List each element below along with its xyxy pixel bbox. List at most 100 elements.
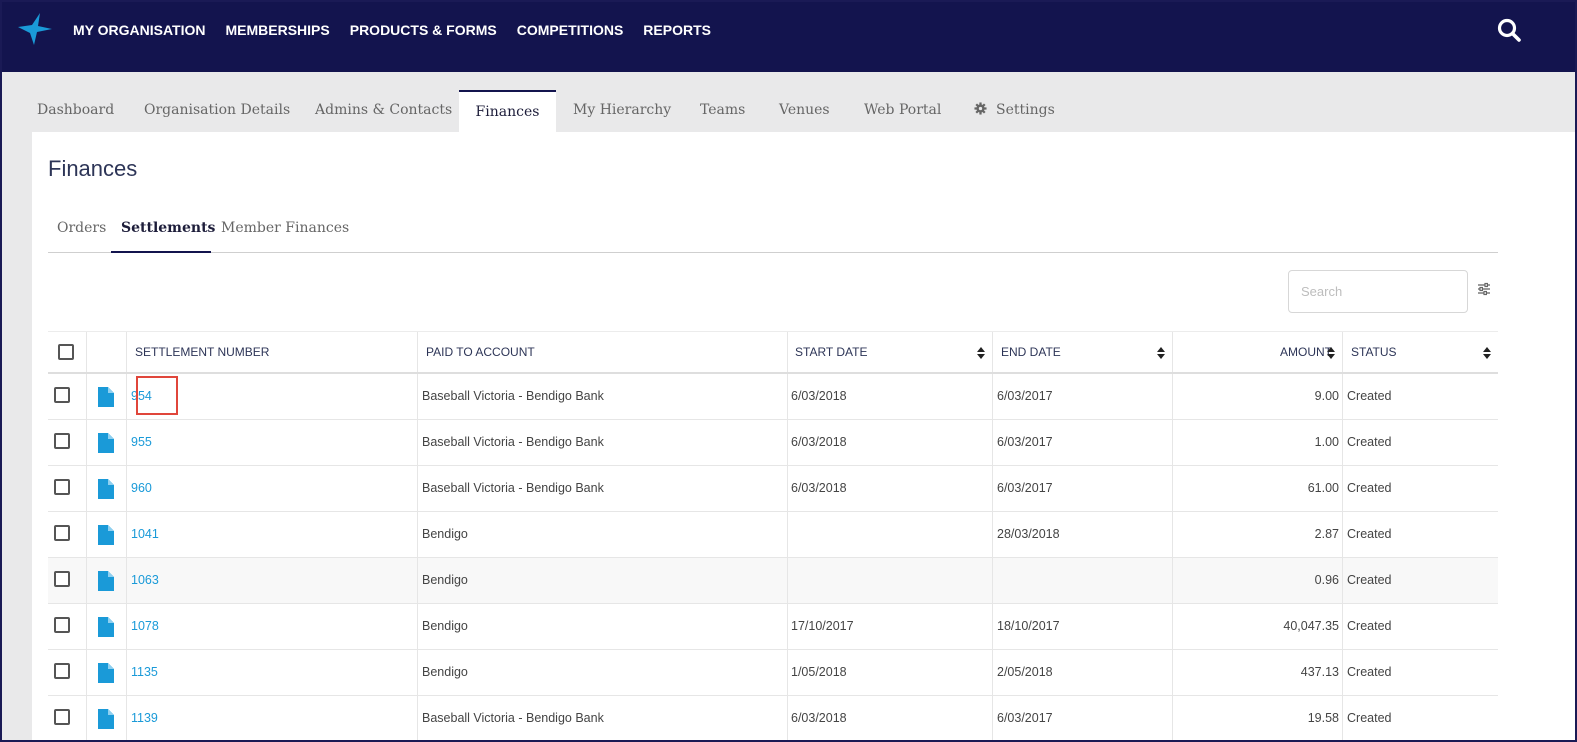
header-start-date[interactable]: START DATE — [795, 332, 867, 373]
tab-settings-label: Settings — [996, 102, 1055, 118]
table-row: 1139 Baseball Victoria - Bendigo Bank 6/03… — [48, 696, 1498, 740]
amount-cell: 1.00 — [1314, 435, 1339, 449]
filter-settings-icon[interactable] — [1477, 282, 1491, 296]
settlement-number-link[interactable]: 1063 — [131, 558, 159, 603]
settlement-number-link[interactable]: 1078 — [131, 604, 159, 649]
header-amount[interactable]: AMOUNT — [1280, 332, 1332, 373]
page-title: Finances — [48, 156, 138, 181]
sort-icon[interactable] — [1327, 347, 1335, 359]
app-window: MY ORGANISATION MEMBERSHIPS PRODUCTS & F… — [0, 0, 1577, 742]
end-date-cell: 28/03/2018 — [997, 527, 1060, 541]
start-date-cell: 17/10/2017 — [791, 619, 854, 633]
select-all-checkbox[interactable] — [58, 344, 74, 360]
nav-products-forms[interactable]: PRODUCTS & FORMS — [350, 22, 497, 38]
sort-icon[interactable] — [1483, 347, 1491, 359]
row-checkbox[interactable] — [54, 525, 70, 541]
star-logo-icon[interactable] — [16, 11, 54, 47]
tab-teams[interactable]: Teams — [700, 90, 745, 132]
table-row: 1041 Bendigo 28/03/2018 2.87 Created — [48, 512, 1498, 558]
end-date-cell: 2/05/2018 — [997, 665, 1053, 679]
document-icon[interactable] — [98, 387, 114, 407]
tab-dashboard[interactable]: Dashboard — [37, 90, 114, 132]
tab-finances[interactable]: Finances — [459, 90, 556, 132]
table-body: 954 Baseball Victoria - Bendigo Bank 6/03/… — [48, 374, 1498, 740]
document-icon[interactable] — [98, 525, 114, 545]
sort-icon[interactable] — [1157, 347, 1165, 359]
highlight-box — [136, 376, 178, 415]
finance-subtabs: Orders Settlements Member Finances — [48, 212, 1498, 253]
status-cell: Created — [1347, 435, 1392, 449]
document-icon[interactable] — [98, 663, 114, 683]
top-nav-bar: MY ORGANISATION MEMBERSHIPS PRODUCTS & F… — [2, 2, 1575, 72]
nav-my-organisation[interactable]: MY ORGANISATION — [73, 22, 206, 38]
search-input[interactable] — [1288, 270, 1468, 313]
status-cell: Created — [1347, 527, 1392, 541]
org-tab-bar: Dashboard Organisation Details Admins & … — [4, 72, 1575, 132]
settlement-number-link[interactable]: 1135 — [131, 650, 158, 695]
amount-cell: 40,047.35 — [1283, 619, 1339, 633]
document-icon[interactable] — [98, 433, 114, 453]
paid-to-account-cell: Baseball Victoria - Bendigo Bank — [422, 435, 604, 449]
tab-venues[interactable]: Venues — [779, 90, 830, 132]
document-icon[interactable] — [98, 571, 114, 591]
row-checkbox[interactable] — [54, 617, 70, 633]
document-icon[interactable] — [98, 617, 114, 637]
search-icon[interactable] — [1496, 17, 1522, 43]
status-cell: Created — [1347, 711, 1392, 725]
main-nav: MY ORGANISATION MEMBERSHIPS PRODUCTS & F… — [73, 2, 731, 57]
row-checkbox[interactable] — [54, 663, 70, 679]
start-date-cell: 1/05/2018 — [791, 665, 847, 679]
nav-memberships[interactable]: MEMBERSHIPS — [226, 22, 330, 38]
row-checkbox[interactable] — [54, 709, 70, 725]
tab-my-hierarchy[interactable]: My Hierarchy — [573, 90, 671, 132]
subtab-settlements[interactable]: Settlements — [121, 220, 215, 236]
paid-to-account-cell: Baseball Victoria - Bendigo Bank — [422, 481, 604, 495]
table-row: 1063 Bendigo 0.96 Created — [48, 558, 1498, 604]
status-cell: Created — [1347, 389, 1392, 403]
header-paid-to-account[interactable]: PAID TO ACCOUNT — [426, 332, 535, 373]
active-subtab-indicator — [111, 251, 211, 253]
row-checkbox[interactable] — [54, 433, 70, 449]
sort-icon[interactable] — [977, 347, 985, 359]
paid-to-account-cell: Bendigo — [422, 573, 468, 587]
paid-to-account-cell: Baseball Victoria - Bendigo Bank — [422, 389, 604, 403]
tab-web-portal[interactable]: Web Portal — [864, 90, 941, 132]
settlement-number-link[interactable]: 1041 — [131, 512, 159, 557]
status-cell: Created — [1347, 665, 1392, 679]
settlement-number-link[interactable]: 1139 — [131, 696, 158, 740]
status-cell: Created — [1347, 481, 1392, 495]
end-date-cell: 6/03/2017 — [997, 711, 1053, 725]
settlement-number-link[interactable]: 960 — [131, 466, 152, 511]
start-date-cell: 6/03/2018 — [791, 711, 847, 725]
start-date-cell: 6/03/2018 — [791, 481, 847, 495]
document-icon[interactable] — [98, 709, 114, 729]
start-date-cell: 6/03/2018 — [791, 389, 847, 403]
row-checkbox[interactable] — [54, 479, 70, 495]
nav-reports[interactable]: REPORTS — [643, 22, 711, 38]
end-date-cell: 6/03/2017 — [997, 389, 1053, 403]
subtab-orders[interactable]: Orders — [57, 220, 106, 236]
paid-to-account-cell: Bendigo — [422, 527, 468, 541]
row-checkbox[interactable] — [54, 571, 70, 587]
nav-competitions[interactable]: COMPETITIONS — [517, 22, 624, 38]
amount-cell: 0.96 — [1314, 573, 1339, 587]
amount-cell: 9.00 — [1314, 389, 1339, 403]
row-checkbox[interactable] — [54, 387, 70, 403]
tab-admins-contacts[interactable]: Admins & Contacts — [315, 90, 452, 132]
amount-cell: 19.58 — [1307, 711, 1339, 725]
table-row: 1135 Bendigo 1/05/2018 2/05/2018 437.13 Creat… — [48, 650, 1498, 696]
start-date-cell: 6/03/2018 — [791, 435, 847, 449]
subtab-member-finances[interactable]: Member Finances — [221, 220, 349, 236]
tab-settings[interactable]: Settings — [974, 90, 1055, 132]
header-status[interactable]: STATUS — [1351, 332, 1397, 373]
end-date-cell: 6/03/2017 — [997, 481, 1053, 495]
header-end-date[interactable]: END DATE — [1001, 332, 1061, 373]
tab-organisation-details[interactable]: Organisation Details — [144, 90, 290, 132]
end-date-cell: 6/03/2017 — [997, 435, 1053, 449]
header-settlement-number[interactable]: SETTLEMENT NUMBER — [135, 332, 269, 373]
gear-icon — [974, 102, 987, 115]
table-row: 960 Baseball Victoria - Bendigo Bank 6/03/… — [48, 466, 1498, 512]
finances-panel: Finances Orders Settlements Member Finan… — [32, 132, 1575, 740]
document-icon[interactable] — [98, 479, 114, 499]
settlement-number-link[interactable]: 955 — [131, 420, 152, 465]
